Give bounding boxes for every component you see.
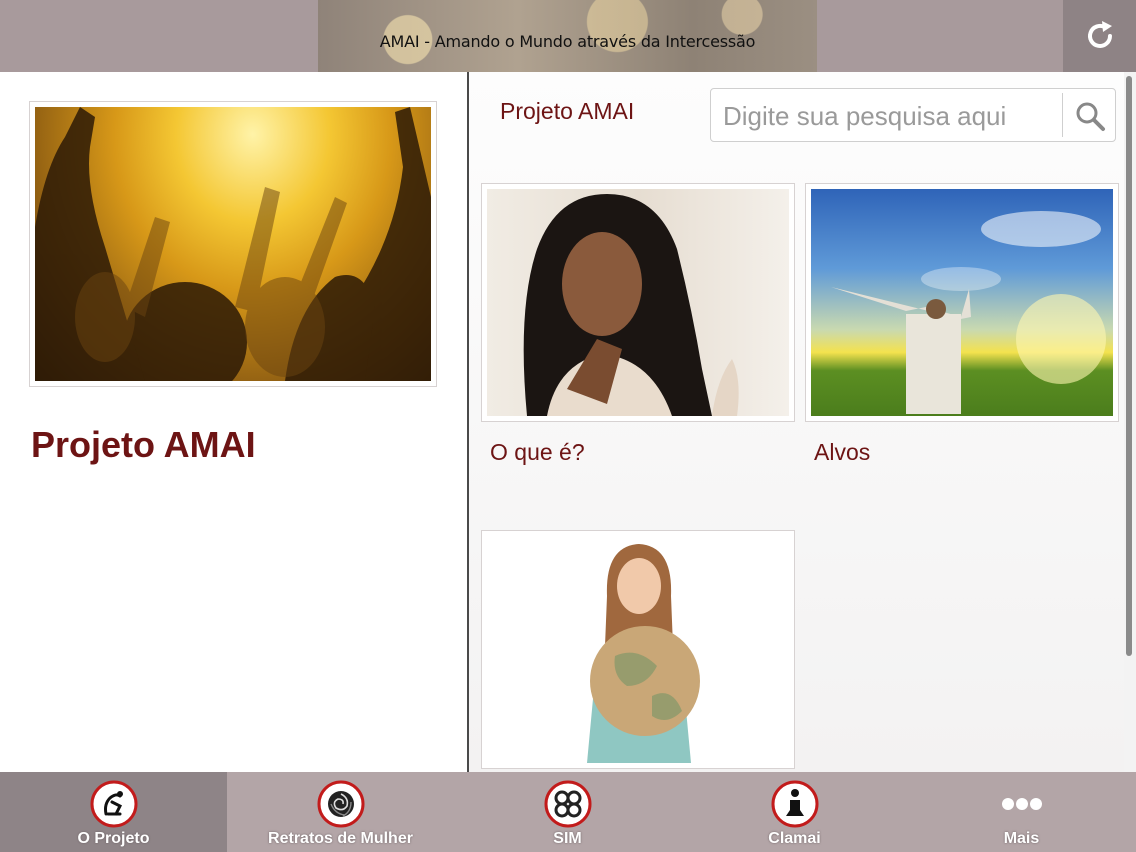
card-o-que-e[interactable]: O que é? <box>481 183 795 473</box>
search-input[interactable] <box>721 97 1065 135</box>
search-button[interactable] <box>1069 95 1111 137</box>
praying-figure-icon <box>771 780 818 828</box>
tab-label: O Projeto <box>77 830 150 847</box>
hero-image-frame <box>29 101 437 387</box>
tab-clamai[interactable]: Clamai <box>681 772 908 852</box>
tab-mais[interactable]: Mais <box>908 772 1135 852</box>
project-title: Projeto AMAI <box>31 424 256 465</box>
refresh-icon <box>1087 21 1112 48</box>
hero-worship-image <box>35 107 431 381</box>
girl-globe-image <box>487 536 789 763</box>
man-sky-image <box>811 189 1113 416</box>
tab-retratos-de-mulher[interactable]: Retratos de Mulher <box>227 772 454 852</box>
card-alvos[interactable]: Alvos <box>805 183 1119 473</box>
refresh-button[interactable] <box>1063 0 1136 72</box>
search-icon <box>1076 102 1105 131</box>
kneeling-figure-icon <box>90 780 137 828</box>
more-dots-icon <box>1001 798 1042 810</box>
search-box <box>710 88 1116 142</box>
tab-label: Clamai <box>768 830 821 847</box>
tab-label: Mais <box>1003 830 1040 847</box>
tab-o-projeto[interactable]: O Projeto <box>0 772 227 852</box>
search-separator <box>1062 93 1063 137</box>
rose-icon <box>317 780 364 828</box>
card-image-frame <box>481 530 795 769</box>
bottom-tab-bar: O Projeto Retratos de Mulher SIM Clamai <box>0 772 1136 852</box>
app-title: AMAI - Amando o Mundo através da Interce… <box>379 32 756 51</box>
praying-woman-image <box>487 189 789 416</box>
card-label: O que é? <box>490 439 585 465</box>
scrollbar-thumb[interactable] <box>1126 76 1132 656</box>
section-heading: Projeto AMAI <box>500 98 635 124</box>
card-image-frame <box>481 183 795 422</box>
tab-label: Retratos de Mulher <box>268 830 413 847</box>
tab-label: SIM <box>553 830 582 847</box>
card-image-frame <box>805 183 1119 422</box>
card-label: Alvos <box>814 439 871 465</box>
card-girl-globe[interactable] <box>481 530 795 770</box>
knot-icon <box>544 780 591 828</box>
tab-sim[interactable]: SIM <box>454 772 681 852</box>
